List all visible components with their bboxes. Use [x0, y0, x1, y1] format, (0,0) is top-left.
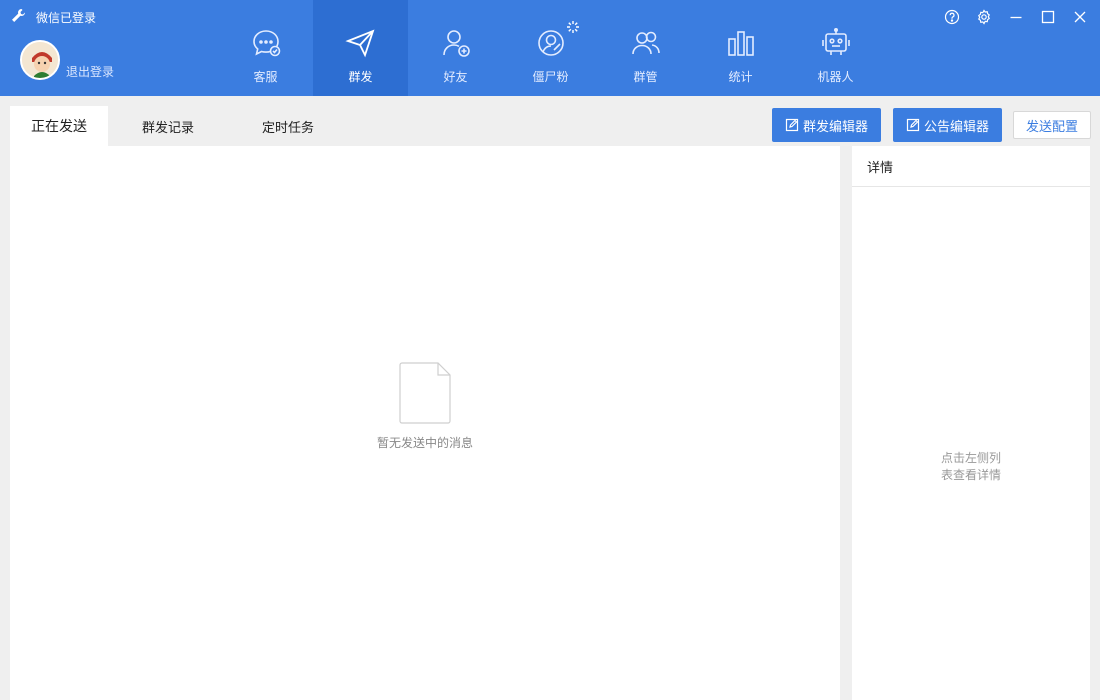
nav-label: 机器人 — [817, 70, 854, 84]
mass-editor-label: 群发编辑器 — [802, 119, 868, 135]
detail-panel: 详情 点击左侧列 表查看详情 — [852, 146, 1090, 700]
title-area: 微信已登录 — [10, 8, 96, 27]
nav-item-statistics[interactable]: 统计 — [693, 0, 788, 96]
app-title: 微信已登录 — [36, 11, 97, 25]
add-friend-icon — [439, 26, 473, 60]
chat-icon — [249, 26, 283, 60]
send-config-button[interactable]: 发送配置 — [1013, 111, 1091, 139]
notice-editor-button[interactable]: 公告编辑器 — [893, 108, 1002, 142]
nav-item-mass-send[interactable]: 群发 — [313, 0, 408, 96]
nav-label: 群发 — [348, 70, 373, 84]
settings-icon[interactable] — [974, 7, 994, 27]
bar-chart-icon — [724, 26, 758, 60]
tab-sending[interactable]: 正在发送 — [10, 106, 108, 146]
zombie-fan-icon — [534, 26, 568, 60]
main-nav: 客服 群发 好友 僵尸粉 群管 统计 机器人 — [218, 0, 883, 96]
loading-spark-icon — [567, 21, 579, 33]
avatar[interactable] — [20, 40, 60, 80]
content-tabs: 正在发送 群发记录 定时任务 — [10, 106, 348, 146]
empty-text: 暂无发送中的消息 — [376, 436, 473, 450]
nav-label: 僵尸粉 — [532, 70, 569, 84]
nav-item-friends[interactable]: 好友 — [408, 0, 503, 96]
nav-item-group-manage[interactable]: 群管 — [598, 0, 693, 96]
group-manage-icon — [629, 26, 663, 60]
detail-hint-line1: 点击左侧列 — [940, 451, 1001, 465]
tab-scheduled-tasks[interactable]: 定时任务 — [228, 106, 348, 146]
top-header: 微信已登录 退出登录 客服 群发 好友 僵尸粉 群管 统计 机器人 — [0, 0, 1100, 96]
edit-icon — [785, 118, 799, 132]
empty-state: 暂无发送中的消息 — [10, 362, 840, 451]
maximize-icon[interactable] — [1038, 7, 1058, 27]
robot-icon — [819, 26, 853, 60]
window-controls — [942, 7, 1090, 27]
mass-editor-button[interactable]: 群发编辑器 — [772, 108, 881, 142]
sending-list-panel: 暂无发送中的消息 — [10, 146, 840, 700]
nav-label: 好友 — [443, 70, 468, 84]
nav-label: 客服 — [253, 70, 278, 84]
nav-item-zombie-fans[interactable]: 僵尸粉 — [503, 0, 598, 96]
logout-link[interactable]: 退出登录 — [66, 63, 114, 80]
nav-item-robot[interactable]: 机器人 — [788, 0, 883, 96]
detail-hint: 点击左侧列 表查看详情 — [852, 450, 1090, 484]
detail-title: 详情 — [852, 146, 1090, 187]
nav-item-customer-service[interactable]: 客服 — [218, 0, 313, 96]
nav-label: 统计 — [728, 70, 753, 84]
close-icon[interactable] — [1070, 7, 1090, 27]
nav-label: 群管 — [633, 70, 658, 84]
empty-file-icon — [399, 362, 451, 424]
help-icon[interactable] — [942, 7, 962, 27]
detail-hint-line2: 表查看详情 — [940, 468, 1001, 482]
wrench-icon — [10, 8, 26, 27]
paper-plane-icon — [344, 26, 378, 60]
minimize-icon[interactable] — [1006, 7, 1026, 27]
notice-editor-label: 公告编辑器 — [923, 119, 989, 135]
tab-mass-history[interactable]: 群发记录 — [108, 106, 228, 146]
edit-icon — [906, 118, 920, 132]
